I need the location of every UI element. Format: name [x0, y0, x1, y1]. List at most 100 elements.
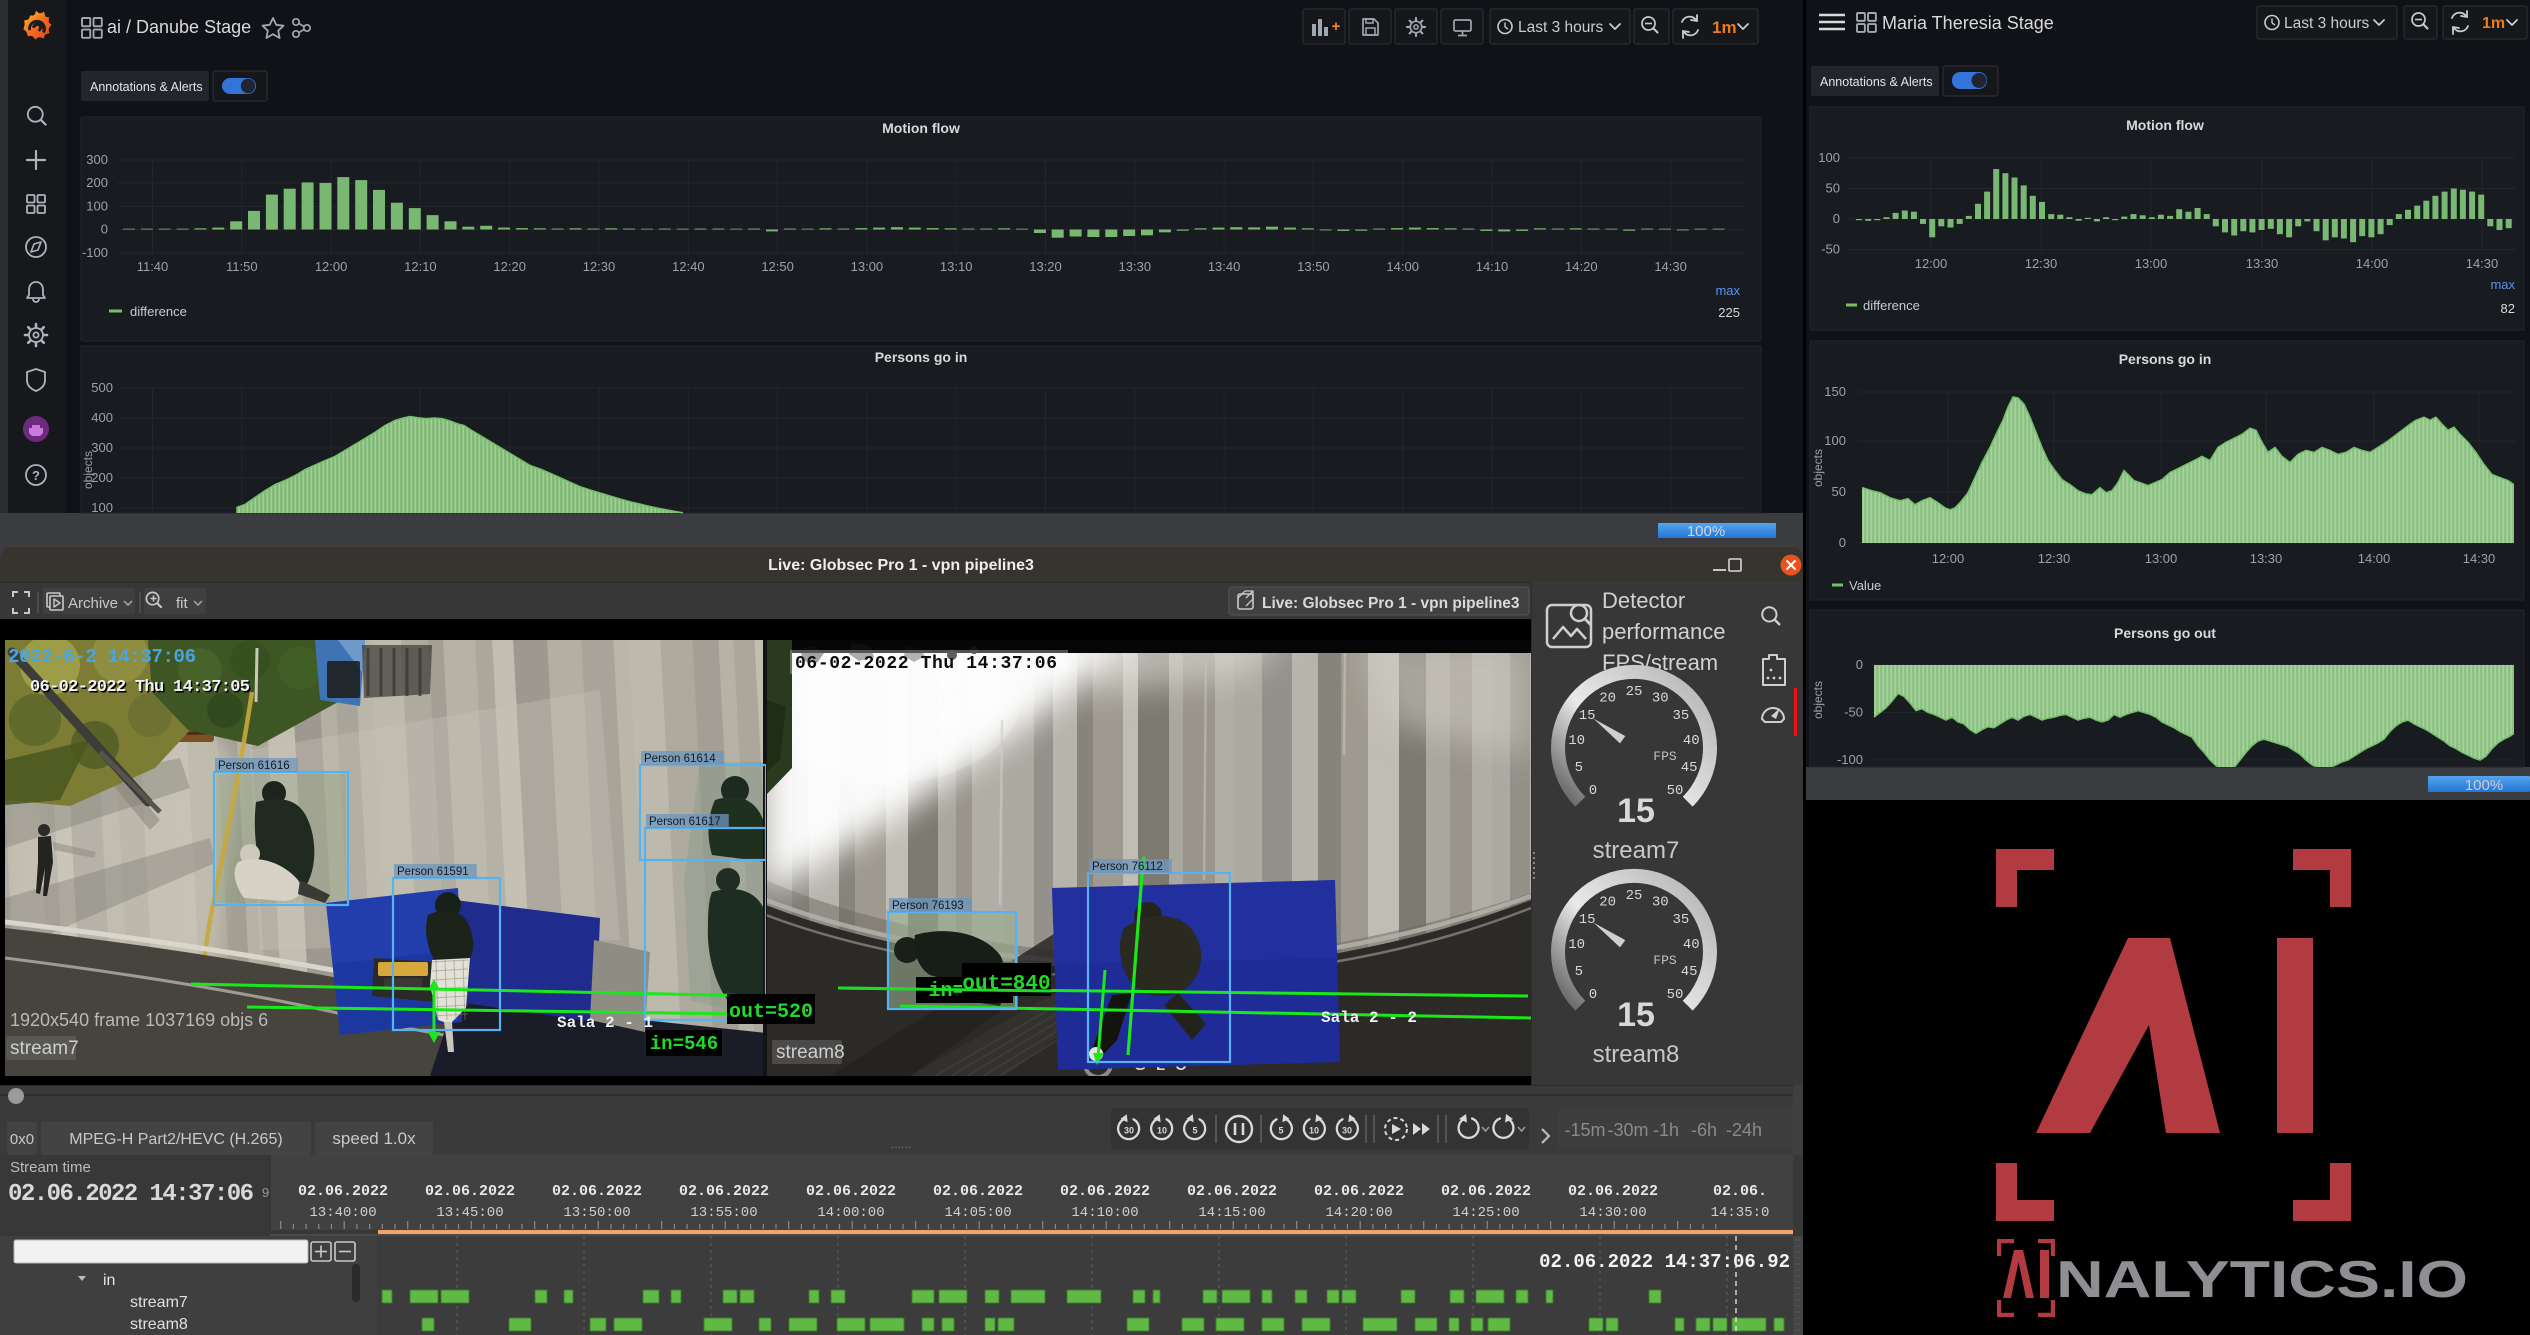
svg-text:14:35:0: 14:35:0: [1711, 1205, 1770, 1221]
svg-text:stream7: stream7: [130, 1294, 188, 1311]
svg-text:02.06.2022: 02.06.2022: [933, 1183, 1023, 1200]
svg-text:14:00: 14:00: [2358, 551, 2391, 566]
svg-text:14:00: 14:00: [2356, 256, 2389, 271]
svg-text:13:20: 13:20: [1029, 259, 1062, 274]
svg-text:200: 200: [86, 175, 108, 190]
svg-text:Sala 2 - 1: Sala 2 - 1: [557, 1014, 653, 1032]
svg-text:Stream time: Stream time: [10, 1159, 91, 1176]
svg-text:objects: objects: [1811, 449, 1825, 487]
svg-text:performance: performance: [1602, 619, 1726, 644]
svg-text:2022-6-2 14:37:06: 2022-6-2 14:37:06: [8, 646, 196, 668]
svg-text:12:10: 12:10: [404, 259, 437, 274]
svg-text:14:30:00: 14:30:00: [1579, 1205, 1646, 1221]
svg-text:Person 76112: Person 76112: [1092, 861, 1163, 873]
svg-text:Last 3 hours: Last 3 hours: [2284, 15, 2370, 32]
svg-text:100: 100: [1824, 433, 1846, 448]
svg-text:35: 35: [1672, 912, 1689, 928]
svg-text:14:05:00: 14:05:00: [944, 1205, 1011, 1221]
svg-text:Person 61616: Person 61616: [218, 760, 290, 772]
svg-text:02.06.2022: 02.06.2022: [1441, 1183, 1531, 1200]
svg-text:20: 20: [1599, 690, 1616, 706]
svg-text:difference: difference: [130, 304, 187, 319]
svg-text:15: 15: [1617, 996, 1655, 1034]
svg-text:max: max: [1715, 283, 1740, 298]
svg-text:13:50: 13:50: [1297, 259, 1330, 274]
svg-text:FPS: FPS: [1653, 749, 1677, 764]
svg-text:14:30: 14:30: [2466, 256, 2499, 271]
svg-text:5: 5: [1278, 1126, 1283, 1136]
svg-text:50: 50: [1667, 987, 1684, 1003]
svg-text:40: 40: [1683, 733, 1700, 749]
svg-text:10: 10: [1568, 937, 1585, 953]
svg-text:06-02-2022 Thu 14:37:05: 06-02-2022 Thu 14:37:05: [30, 678, 250, 697]
svg-text:500: 500: [91, 380, 113, 395]
svg-text:in: in: [103, 1272, 115, 1289]
svg-text:Archive: Archive: [68, 595, 118, 612]
svg-text:06-02-2022 Thu 14:37:06: 06-02-2022 Thu 14:37:06: [795, 654, 1057, 674]
svg-text:100: 100: [1818, 150, 1840, 165]
svg-text:Person 61591: Person 61591: [397, 866, 469, 878]
svg-text:+: +: [1332, 18, 1341, 35]
svg-text:-100: -100: [1837, 752, 1863, 767]
svg-text:50: 50: [1667, 783, 1684, 799]
svg-text:02.06.2022 14:37:06.92: 02.06.2022 14:37:06.92: [1539, 1251, 1790, 1273]
svg-text:?: ?: [32, 468, 40, 483]
svg-text:50: 50: [1826, 181, 1840, 196]
svg-text:Person 76193: Person 76193: [892, 900, 964, 912]
svg-text:12:30: 12:30: [2025, 256, 2058, 271]
svg-text:Persons go out: Persons go out: [2114, 625, 2216, 641]
svg-text:100%: 100%: [2465, 777, 2503, 794]
svg-text:14:20:00: 14:20:00: [1325, 1205, 1392, 1221]
svg-text:20: 20: [1599, 894, 1616, 910]
svg-text:13:10: 13:10: [940, 259, 973, 274]
svg-text:14:30: 14:30: [2463, 551, 2496, 566]
svg-text:FPS: FPS: [1653, 953, 1677, 968]
svg-text:40: 40: [1683, 937, 1700, 953]
svg-text:100%: 100%: [1687, 523, 1725, 540]
svg-text:02.06.2022: 02.06.2022: [1060, 1183, 1150, 1200]
svg-text:12:00: 12:00: [1932, 551, 1965, 566]
svg-text:Person 61614: Person 61614: [644, 753, 716, 765]
svg-text:NALYTICS.IO: NALYTICS.IO: [2056, 1251, 2468, 1309]
svg-text:10: 10: [1568, 733, 1585, 749]
svg-text:stream8: stream8: [130, 1316, 188, 1333]
svg-text:02.06.2022: 02.06.2022: [1187, 1183, 1277, 1200]
svg-text:13:00: 13:00: [2145, 551, 2178, 566]
svg-text:14:00:00: 14:00:00: [817, 1205, 884, 1221]
svg-text:5: 5: [1192, 1126, 1197, 1136]
svg-text:-1h: -1h: [1653, 1120, 1679, 1140]
svg-text:25: 25: [1626, 888, 1643, 904]
svg-text:14:10: 14:10: [1476, 259, 1509, 274]
svg-text:Value: Value: [1849, 578, 1881, 593]
svg-text:Annotations & Alerts: Annotations & Alerts: [1820, 75, 1933, 89]
svg-text:Persons go in: Persons go in: [875, 349, 968, 365]
svg-text:difference: difference: [1863, 298, 1920, 313]
svg-text:-50: -50: [1821, 242, 1840, 257]
svg-text:1920x540 frame 1037169 objs 6: 1920x540 frame 1037169 objs 6: [10, 1010, 268, 1030]
svg-text:14:20: 14:20: [1565, 259, 1598, 274]
svg-text:13:30: 13:30: [2246, 256, 2279, 271]
svg-text:stream8: stream8: [1593, 1041, 1680, 1068]
svg-text:02.06.2022: 02.06.2022: [1314, 1183, 1404, 1200]
svg-text:fit: fit: [176, 595, 189, 612]
svg-text:0: 0: [1589, 783, 1597, 799]
svg-text:objects: objects: [81, 451, 95, 489]
svg-text:02.06.2022 14:37:06: 02.06.2022 14:37:06: [8, 1181, 254, 1208]
svg-text:12:30: 12:30: [2038, 551, 2071, 566]
svg-text:0: 0: [101, 222, 108, 237]
svg-text:12:50: 12:50: [761, 259, 794, 274]
svg-text:Last 3 hours: Last 3 hours: [1518, 19, 1604, 36]
svg-text:0x0: 0x0: [10, 1131, 34, 1148]
svg-text:1m: 1m: [2482, 15, 2505, 32]
svg-text:......: ......: [891, 1137, 911, 1151]
svg-text:14:25:00: 14:25:00: [1452, 1205, 1519, 1221]
svg-text:-50: -50: [1844, 705, 1863, 720]
svg-text:14:30: 14:30: [1654, 259, 1687, 274]
svg-text:10: 10: [1309, 1126, 1319, 1136]
svg-text:0: 0: [1839, 535, 1846, 550]
svg-text:Motion flow: Motion flow: [882, 120, 960, 136]
svg-text:11:40: 11:40: [137, 259, 169, 274]
svg-text:12:00: 12:00: [315, 259, 348, 274]
svg-text:stream7: stream7: [10, 1038, 79, 1059]
svg-text:-24h: -24h: [1726, 1120, 1762, 1140]
